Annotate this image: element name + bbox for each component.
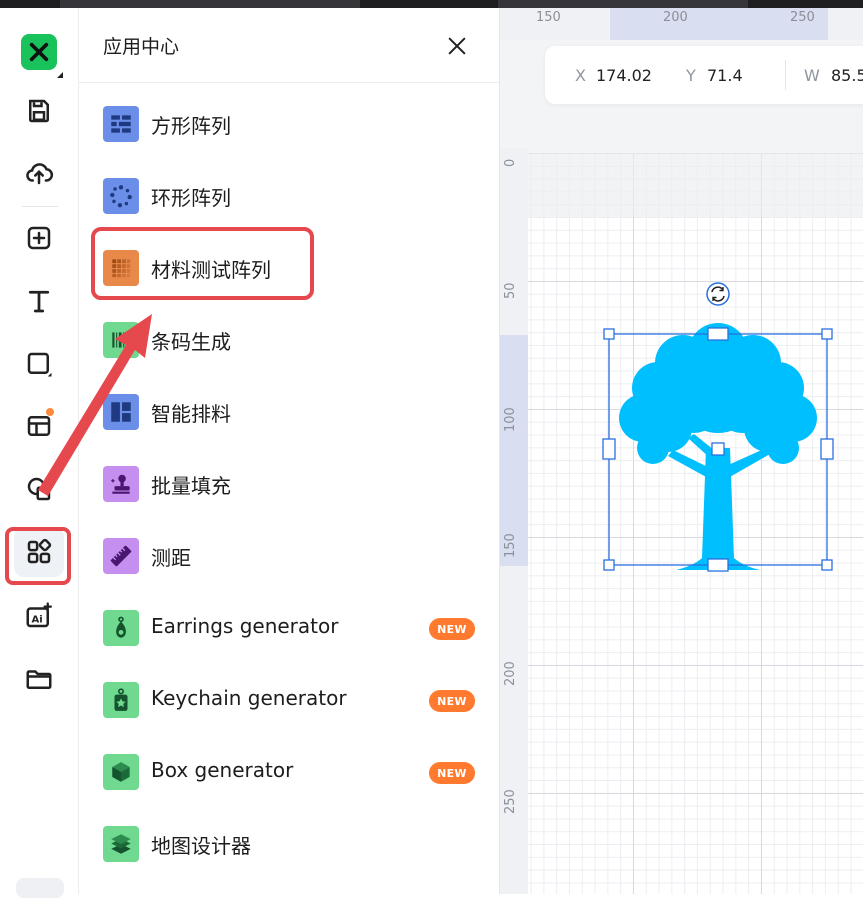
barcode-icon [103,322,139,358]
ruler-tick-label: 200 [503,661,518,686]
cloud-upload-icon [26,163,54,185]
app-item-keychain-generator[interactable]: Keychain generator NEW [79,664,499,736]
selected-object[interactable] [598,278,843,578]
save-button[interactable] [14,86,64,136]
ruler-tick-label: 250 [503,789,518,814]
ruler-icon [103,538,139,574]
circular-array-icon [103,178,139,214]
new-badge: NEW [429,762,475,784]
app-item-earrings-generator[interactable]: Earrings generator NEW [79,592,499,664]
app-item-label: 方形阵列 [151,114,231,138]
square-icon [27,352,52,377]
earring-icon [103,610,139,646]
text-icon [28,290,50,313]
app-item-map-designer[interactable]: 地图设计器 [79,808,499,880]
props-divider [785,60,786,90]
notification-dot [46,408,54,416]
material-test-highlight-box [91,227,314,300]
ai-button[interactable]: Ai [14,591,64,641]
rotate-handle[interactable] [706,282,730,306]
add-square-icon [27,226,51,250]
batch-fill-icon [103,466,139,502]
shapes-icon [27,477,51,501]
canvas-shade [528,153,863,217]
properties-bar: X 174.02 Y 71.4 W 85.5 [545,46,863,104]
top-strip-segment [60,0,360,8]
app-item-label: 环形阵列 [151,186,231,210]
app-item-label: 智能排料 [151,402,231,426]
smart-nesting-icon [103,394,139,430]
app-item-batch-fill[interactable]: 批量填充 [79,448,499,520]
app-item-label: Keychain generator [151,686,347,710]
ruler-tick-label: 100 [503,407,518,432]
ruler-tick-label: 150 [536,10,561,25]
close-icon [448,37,466,55]
app-item-barcode[interactable]: 条码生成 [79,304,499,376]
text-tool-button[interactable] [14,276,64,326]
panel-header: 应用中心 [79,8,499,83]
app-item-label: Earrings generator [151,614,339,638]
app-item-label: 测距 [151,546,191,570]
canvas-area[interactable]: 150 200 250 X 174.02 Y 71.4 W 85.5 0 50 … [500,8,863,894]
help-button[interactable] [16,878,64,898]
y-label: Y [686,66,696,85]
y-value[interactable]: 71.4 [707,66,743,85]
box-icon [103,754,139,790]
app-item-square-array[interactable]: 方形阵列 [79,88,499,160]
top-strip-segment [498,0,748,8]
ai-image-icon: Ai [26,602,52,628]
x-label: X [575,66,586,85]
map-layers-icon [103,826,139,862]
new-badge: NEW [429,618,475,640]
x-value[interactable]: 174.02 [596,66,652,85]
shape-tool-button[interactable] [14,339,64,389]
w-value[interactable]: 85.5 [831,66,863,85]
close-button[interactable] [443,32,471,60]
ruler-selection-band [500,335,528,566]
app-item-label: 批量填充 [151,474,231,498]
panel-title: 应用中心 [103,36,180,58]
logo-dropdown-corner [57,72,63,78]
folder-icon [26,670,52,689]
template-button[interactable] [14,401,64,451]
toolbar-divider [22,206,58,207]
upload-button[interactable] [14,148,64,198]
top-strip [0,0,863,8]
ruler-tick-label: 150 [503,533,518,558]
app-item-smart-nesting[interactable]: 智能排料 [79,376,499,448]
keychain-icon [103,682,139,718]
app-item-ruler[interactable]: 测距 [79,520,499,592]
left-toolbar: Ai [0,8,79,898]
app-item-label: 地图设计器 [151,834,251,858]
w-label: W [804,66,820,85]
square-array-icon [103,106,139,142]
add-button[interactable] [14,213,64,263]
top-ruler: 150 200 250 [500,8,863,40]
left-ruler [500,148,528,894]
shapes-button[interactable] [14,464,64,514]
app-item-box-generator[interactable]: Box generator NEW [79,736,499,808]
svg-text:Ai: Ai [32,614,43,625]
folder-button[interactable] [14,654,64,704]
ruler-tick-label: 0 [503,158,518,167]
app-item-label: 条码生成 [151,330,231,354]
ruler-tick-label: 50 [503,282,518,299]
app-item-label: Box generator [151,758,294,782]
ruler-tick-label: 200 [663,10,688,25]
xtool-logo-icon[interactable] [21,34,57,70]
app-item-circular-array[interactable]: 环形阵列 [79,160,499,232]
apps-highlight-box [5,527,71,585]
app-center-panel: 应用中心 方形阵列 环形阵列 材料测试阵列 条码生成 智能排料 批量填充 测距 … [79,8,500,894]
save-icon [29,99,49,123]
ruler-tick-label: 250 [790,10,815,25]
new-badge: NEW [429,690,475,712]
